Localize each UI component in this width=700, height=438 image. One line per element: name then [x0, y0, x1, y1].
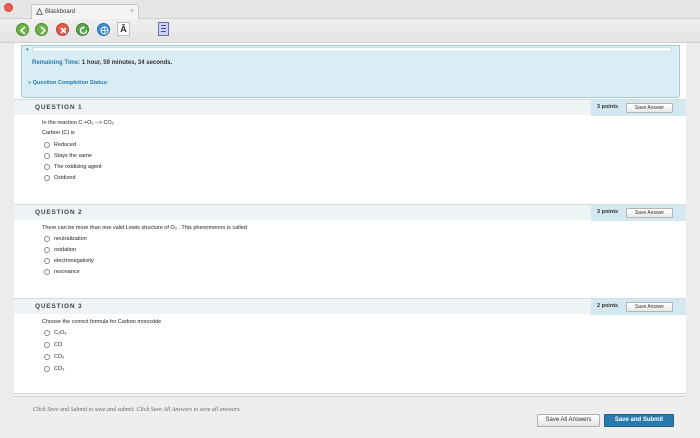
question-completion-status-link[interactable]: » Question Completion Status: — [28, 80, 108, 86]
question-title: QUESTION 2 — [35, 209, 83, 216]
save-and-submit-button[interactable]: Save and Submit — [604, 414, 674, 427]
answer-option[interactable]: The oxidizing agent — [44, 164, 102, 170]
answer-option-label: CO₂ — [54, 354, 65, 360]
answer-option-label: neutralization — [54, 236, 87, 242]
save-all-answers-button[interactable]: Save All Answers — [537, 414, 600, 427]
radio-button[interactable] — [44, 164, 50, 170]
answer-option-label: Stays the same — [54, 153, 92, 159]
forward-button[interactable] — [35, 23, 48, 36]
question-header: QUESTION 3 2 points Save Answer — [14, 298, 686, 315]
answer-option[interactable]: CO₃ — [44, 366, 65, 372]
question-header: QUESTION 2 3 points Save Answer — [14, 204, 686, 221]
text-style-button[interactable]: Ā — [117, 22, 130, 36]
remaining-time-label: Remaining Time: — [32, 60, 81, 66]
question-title: QUESTION 1 — [35, 104, 83, 111]
answer-option-label: CO — [54, 342, 63, 348]
remaining-time-value: 1 hour, 59 minutes, 34 seconds. — [81, 60, 173, 66]
question-points: 3 points — [597, 209, 619, 215]
radio-button[interactable] — [44, 366, 50, 372]
question-header: QUESTION 1 3 points Save Answer — [14, 99, 686, 116]
answer-option[interactable]: Oxidized — [44, 175, 75, 181]
answer-option[interactable]: oxidation — [44, 247, 76, 253]
tab-close-icon[interactable]: × — [130, 8, 134, 15]
answer-option-label: oxidation — [54, 247, 77, 253]
answer-option-label: CO₃ — [54, 366, 65, 372]
radio-button[interactable] — [44, 142, 50, 148]
answer-option[interactable]: electronegativity — [44, 258, 94, 264]
answer-option-label: C₂O₄ — [54, 330, 67, 336]
collapse-toggle-icon[interactable]: ▾ — [26, 47, 29, 53]
tab-title: Blackboard — [45, 9, 76, 15]
answer-option[interactable]: CO — [44, 342, 62, 348]
question-title: QUESTION 3 — [35, 303, 83, 310]
question-points: 2 points — [597, 303, 619, 309]
home-button[interactable] — [97, 23, 110, 36]
blackboard-favicon-icon — [36, 8, 43, 15]
back-button[interactable] — [16, 23, 29, 36]
browser-toolbar: Ā — [0, 19, 700, 43]
arrow-right-icon — [40, 26, 47, 35]
reload-icon — [79, 26, 88, 35]
question-points-area: 2 points Save Answer — [591, 299, 686, 315]
timer-panel: ▾ Remaining Time: 1 hour, 59 minutes, 34… — [21, 45, 680, 98]
question-text: There can be more than one valid Lewis s… — [42, 225, 247, 231]
answer-option[interactable]: Stays the same — [44, 153, 92, 159]
question-text-line2: Carbon (C) is — [42, 130, 75, 136]
radio-button[interactable] — [44, 236, 50, 242]
answer-option-label: The oxidizing agent — [54, 164, 102, 170]
browser-tab[interactable]: Blackboard × — [31, 4, 139, 19]
submit-hint: Click Save and Submit to save and submit… — [33, 407, 241, 413]
answer-option-label: Oxidized — [54, 175, 76, 181]
save-answer-button[interactable]: Save Answer — [626, 208, 673, 218]
answer-option[interactable]: Reduced — [44, 142, 76, 148]
answer-option-label: Reduced — [54, 142, 77, 148]
radio-button[interactable] — [44, 342, 50, 348]
radio-button[interactable] — [44, 258, 50, 264]
save-answer-button[interactable]: Save Answer — [626, 103, 673, 113]
question-points-area: 3 points Save Answer — [591, 205, 686, 221]
calculator-icon[interactable] — [158, 22, 169, 36]
remaining-time: Remaining Time: 1 hour, 59 minutes, 34 s… — [32, 60, 172, 66]
answer-option-label: resonance — [54, 269, 80, 275]
radio-button[interactable] — [44, 247, 50, 253]
arrow-left-icon — [19, 26, 26, 35]
answer-option[interactable]: CO₂ — [44, 354, 64, 360]
answer-option-label: electronegativity — [54, 258, 94, 264]
window-close-button[interactable] — [4, 3, 13, 12]
stop-button[interactable] — [56, 23, 69, 36]
submit-footer: Click Save and Submit to save and submit… — [14, 396, 686, 438]
timer-scroll-strip — [32, 47, 672, 52]
x-icon — [60, 27, 67, 34]
answer-option[interactable]: C₂O₄ — [44, 330, 67, 336]
answer-option[interactable]: resonance — [44, 269, 80, 275]
radio-button[interactable] — [44, 269, 50, 275]
radio-button[interactable] — [44, 354, 50, 360]
question-text: In the reaction C +O₂ --> CO₂ — [42, 120, 114, 126]
question-text: Choose the correct formula for Carbon mo… — [42, 319, 162, 325]
globe-icon — [100, 26, 109, 35]
test-page: ▾ Remaining Time: 1 hour, 59 minutes, 34… — [14, 43, 686, 438]
answer-option[interactable]: neutralization — [44, 236, 87, 242]
radio-button[interactable] — [44, 175, 50, 181]
save-answer-button[interactable]: Save Answer — [626, 302, 673, 312]
radio-button[interactable] — [44, 330, 50, 336]
question-points-area: 3 points Save Answer — [591, 100, 686, 116]
reload-button[interactable] — [76, 23, 89, 36]
window-titlebar: Blackboard × — [0, 0, 700, 19]
question-points: 3 points — [597, 104, 619, 110]
radio-button[interactable] — [44, 153, 50, 159]
